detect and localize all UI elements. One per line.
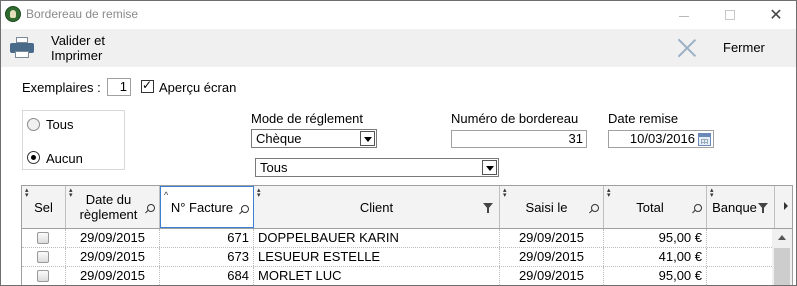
row-checkbox[interactable] [37, 232, 49, 244]
column-resize-icon: ▴ ▾ [25, 187, 29, 199]
copies-input[interactable]: 1 [107, 78, 131, 96]
sort-ascending-icon: ^ [164, 190, 169, 200]
app-icon [5, 6, 21, 22]
table-header: ▴ ▾ Sel ▴ ▾ Date du règlement ^ N° Facture… [22, 186, 792, 229]
chevron-down-icon [360, 131, 375, 146]
column-label: Client [359, 199, 394, 215]
cell-entered: 29/09/2015 [500, 229, 604, 247]
window-close-button[interactable]: ✕ [753, 1, 796, 29]
title-bar: Bordereau de remise ✕ [1, 1, 796, 29]
cell-date: 29/09/2015 [66, 229, 160, 247]
radio-none[interactable] [27, 151, 40, 164]
close-icon: ✕ [769, 7, 783, 24]
cell-total: 95,00 € [604, 267, 707, 285]
cell-client: LESUEUR ESTELLE [254, 248, 500, 266]
cell-total: 41,00 € [604, 248, 707, 266]
search-icon[interactable] [591, 204, 599, 212]
payment-mode-select[interactable]: Chèque [251, 129, 377, 148]
cell-sel[interactable] [22, 267, 66, 285]
cell-entered: 29/09/2015 [500, 267, 604, 285]
scroll-up-icon[interactable] [778, 235, 786, 240]
validate-print-label: Valider et Imprimer [51, 33, 105, 63]
payment-mode-label: Mode de réglement [251, 111, 364, 126]
window-title: Bordereau de remise [26, 7, 139, 21]
column-header-invoice[interactable]: ^ N° Facture [160, 186, 254, 228]
chevron-down-icon [482, 160, 497, 175]
filter-value: Tous [260, 160, 288, 175]
table-row[interactable]: 29/09/2015 684 MORLET LUC 29/09/2015 95,… [22, 267, 772, 285]
cell-total: 95,00 € [604, 229, 707, 247]
radio-all[interactable] [27, 118, 40, 131]
cell-invoice: 684 [160, 267, 254, 285]
maximize-icon [725, 10, 735, 20]
radio-none-label: Aucun [46, 151, 83, 166]
close-x-icon [677, 38, 697, 58]
column-label: Total [636, 199, 664, 215]
selection-radio-group: Tous Aucun [22, 110, 125, 170]
search-icon[interactable] [147, 204, 155, 212]
cell-sel[interactable] [22, 248, 66, 266]
cell-date: 29/09/2015 [66, 267, 160, 285]
date-input[interactable]: 10/03/2016 [608, 130, 714, 148]
column-label: N° Facture [170, 199, 234, 215]
slip-number-label: Numéro de bordereau [451, 111, 579, 126]
date-label: Date remise [608, 111, 679, 126]
scrollbar-thumb[interactable] [774, 248, 790, 285]
cell-bank [707, 248, 772, 266]
maximize-button[interactable] [707, 1, 753, 29]
cell-date: 29/09/2015 [66, 248, 160, 266]
column-header-sel[interactable]: ▴ ▾ Sel [22, 186, 66, 228]
close-button[interactable]: Fermer [671, 31, 781, 65]
column-header-entered[interactable]: ▴ ▾ Saisi le [500, 186, 604, 228]
column-resize-icon: ▴ ▾ [607, 187, 611, 199]
column-label: Date du règlement [79, 192, 138, 222]
vertical-scrollbar[interactable] [772, 229, 792, 285]
cell-client: DOPPELBAUER KARIN [254, 229, 500, 247]
table-row[interactable]: 29/09/2015 671 DOPPELBAUER KARIN 29/09/2… [22, 229, 772, 248]
column-header-date[interactable]: ▴ ▾ Date du règlement [66, 186, 160, 228]
column-header-total[interactable]: ▴ ▾ Total [604, 186, 707, 228]
chevron-right-icon [784, 202, 788, 210]
column-label: Sel [34, 199, 53, 215]
cell-bank [707, 267, 772, 285]
cell-sel[interactable] [22, 229, 66, 247]
row-checkbox[interactable] [37, 270, 49, 282]
row-checkbox[interactable] [37, 251, 49, 263]
cell-entered: 29/09/2015 [500, 248, 604, 266]
payment-mode-value: Chèque [256, 131, 302, 146]
column-resize-icon: ▴ ▾ [503, 187, 507, 199]
cell-invoice: 671 [160, 229, 254, 247]
filter-icon[interactable] [483, 203, 493, 213]
copies-label: Exemplaires : [22, 80, 101, 95]
column-resize-icon: ▴ ▾ [710, 187, 714, 199]
column-resize-icon: ▴ ▾ [69, 187, 73, 199]
bordereau-window: Bordereau de remise ✕ Valider et Imprime… [0, 0, 797, 286]
cell-client: MORLET LUC [254, 267, 500, 285]
table-row[interactable]: 29/09/2015 673 LESUEUR ESTELLE 29/09/201… [22, 248, 772, 267]
validate-print-button[interactable]: Valider et Imprimer [5, 31, 125, 65]
preview-label: Aperçu écran [159, 80, 237, 95]
payments-table: ▴ ▾ Sel ▴ ▾ Date du règlement ^ N° Facture… [21, 185, 793, 285]
printer-icon [10, 37, 34, 59]
calendar-icon[interactable] [698, 133, 711, 146]
column-resize-icon: ▴ ▾ [257, 187, 261, 199]
scroll-right-button[interactable] [775, 186, 792, 228]
radio-all-label: Tous [46, 117, 74, 132]
column-label: Saisi le [525, 199, 568, 215]
search-icon[interactable] [694, 204, 702, 212]
preview-checkbox[interactable] [141, 78, 154, 93]
filter-select[interactable]: Tous [255, 158, 499, 177]
slip-number-input[interactable]: 31 [451, 130, 587, 148]
minimize-icon [679, 15, 689, 17]
cell-invoice: 673 [160, 248, 254, 266]
column-header-client[interactable]: ▴ ▾ Client [254, 186, 500, 228]
column-header-bank[interactable]: ▴ ▾ Banque [707, 186, 775, 228]
filter-icon[interactable] [758, 203, 768, 213]
minimize-button[interactable] [661, 1, 707, 29]
close-label: Fermer [723, 40, 765, 55]
cell-bank [707, 229, 772, 247]
date-value: 10/03/2016 [629, 131, 695, 146]
toolbar: Valider et Imprimer Fermer [1, 29, 796, 67]
search-icon[interactable] [241, 205, 249, 213]
